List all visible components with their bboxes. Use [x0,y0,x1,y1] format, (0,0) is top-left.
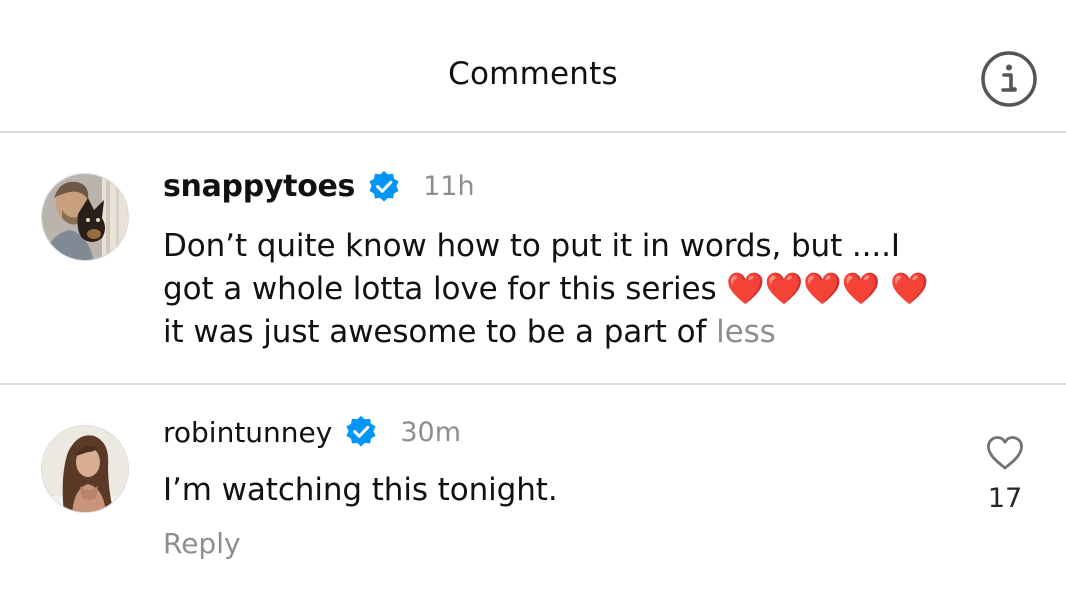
comments-header: Comments [0,0,1066,133]
comment-item: snappytoes 11h Don’t quite know how to p… [0,133,1066,385]
timestamp: 11h [423,171,475,202]
less-link[interactable]: less [716,314,776,350]
avatar-photo [42,174,128,260]
like-count: 17 [987,483,1023,514]
avatar[interactable] [41,425,129,513]
comment-meta: robintunney 30m [163,415,461,449]
username[interactable]: snappytoes [163,169,355,204]
page-title: Comments [448,56,618,92]
comment-text: I’m watching this tonight. [163,472,558,508]
verified-badge-icon [346,415,376,447]
like-block: 17 [970,435,1040,514]
verified-badge-icon [369,170,399,201]
reply-button[interactable]: Reply [163,527,241,560]
comment-body: Don’t quite know how to put it in words,… [163,228,929,350]
info-icon[interactable] [980,50,1038,108]
comment-item: robintunney 30m I’m watching this tonigh… [0,385,1066,604]
heart-icon[interactable] [985,435,1025,471]
username[interactable]: robintunney [163,416,332,449]
avatar-photo [42,426,128,512]
comment-meta: snappytoes 11h [163,169,475,204]
avatar[interactable] [41,173,129,261]
comment-text: Don’t quite know how to put it in words,… [163,225,953,354]
timestamp: 30m [400,416,462,448]
